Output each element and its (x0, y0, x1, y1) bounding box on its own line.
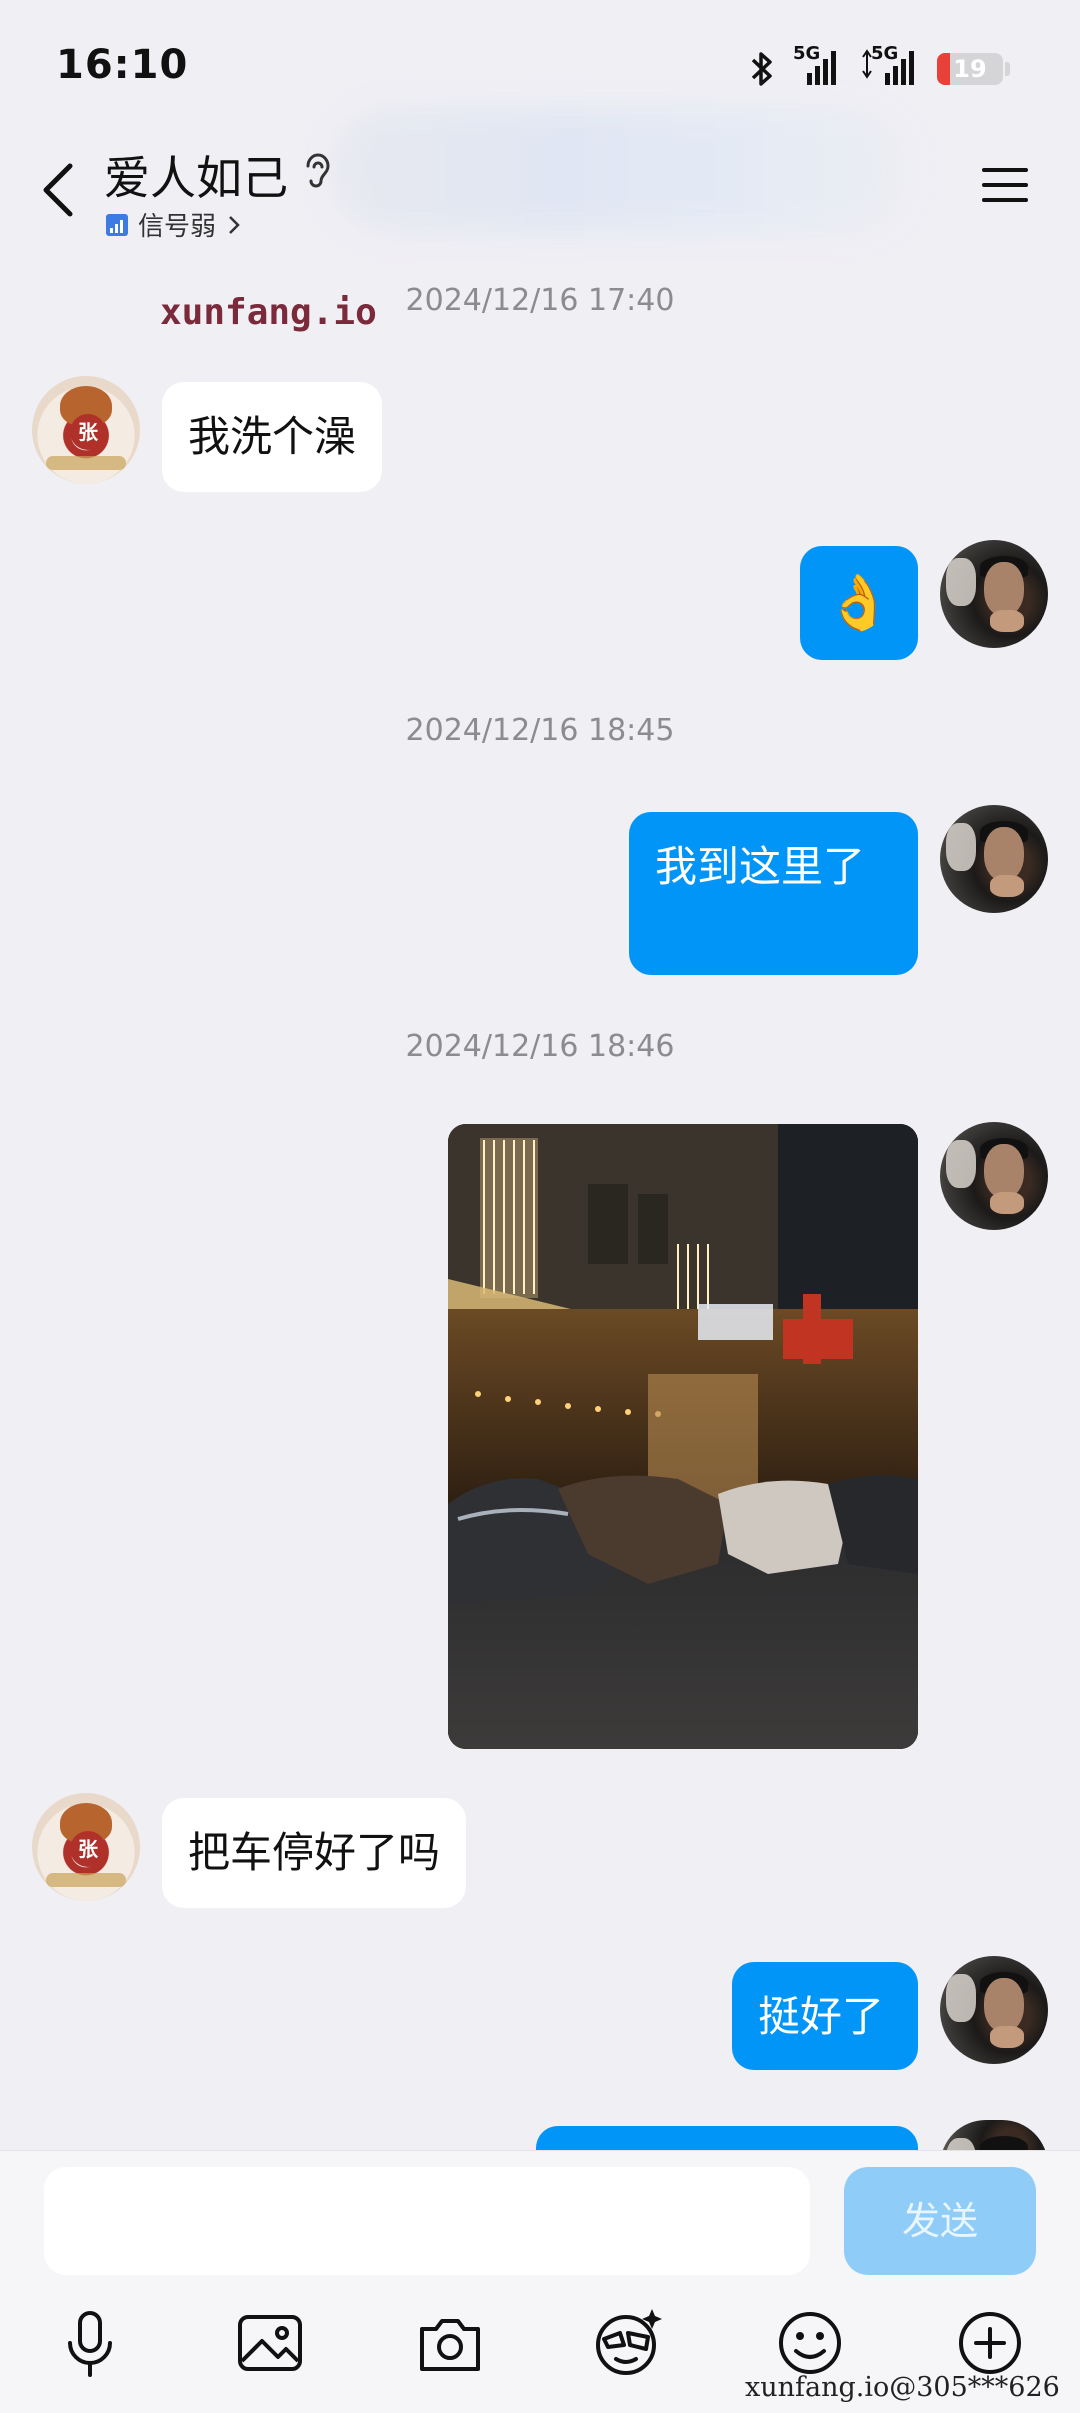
bluetooth-icon (751, 52, 772, 86)
chevron-right-icon (229, 215, 240, 234)
signal-icon: 5G (793, 43, 841, 92)
battery-tip (1005, 62, 1010, 76)
message-bubble[interactable]: 挺好了 (732, 1962, 918, 2070)
signal-status-label: 信号弱 (138, 212, 217, 242)
hotel-street-photo (448, 1124, 918, 1749)
avatar[interactable] (940, 1122, 1048, 1230)
status-time: 16:10 (56, 42, 189, 88)
avatar[interactable] (940, 805, 1048, 913)
emoji-icon[interactable] (772, 2305, 848, 2381)
image-icon[interactable] (232, 2305, 308, 2381)
send-button[interactable]: 发送 (844, 2167, 1036, 2275)
avatar[interactable] (940, 1956, 1048, 2064)
chat-title[interactable]: 爱人如己 (104, 142, 288, 208)
message-bubble[interactable]: 我到这里了 (629, 812, 918, 975)
back-icon[interactable] (38, 160, 78, 220)
message-bubble[interactable]: 我洗个澡 (162, 382, 383, 492)
camera-icon[interactable] (412, 2305, 488, 2381)
avatar-badge: 张 (70, 1831, 106, 1867)
plus-icon[interactable] (952, 2305, 1028, 2381)
signal-icon: 5G (859, 43, 919, 92)
signal-status[interactable]: 信号弱 (106, 206, 242, 243)
status-icons: 5G 5G 19 (749, 42, 1010, 96)
message-image[interactable] (448, 1124, 918, 1749)
network-label: 5G (871, 42, 899, 64)
avatar-badge: 张 (70, 414, 106, 450)
avatar[interactable]: 张 (32, 1793, 140, 1901)
battery-level: 19 (953, 55, 987, 83)
sticker-icon[interactable] (590, 2305, 666, 2381)
network-label: 5G (793, 42, 821, 64)
blurred-region (330, 108, 910, 233)
microphone-icon[interactable] (52, 2305, 128, 2381)
menu-icon[interactable] (980, 165, 1030, 205)
message-bubble[interactable]: 把车停好了吗 (162, 1798, 467, 1908)
avatar[interactable]: 张 (32, 376, 140, 484)
timestamp: 2024/12/16 18:45 (405, 713, 675, 748)
message-input[interactable] (44, 2167, 810, 2275)
signal-weak-icon (106, 213, 128, 236)
avatar[interactable] (940, 540, 1048, 648)
message-bubble-emoji[interactable]: 👌 (800, 546, 918, 660)
timestamp: 2024/12/16 18:46 (405, 1029, 675, 1064)
battery-icon: 19 (937, 53, 1003, 85)
watermark-bottom: xunfang.io@305***626 (745, 2372, 1060, 2403)
timestamp: 2024/12/16 17:40 (405, 283, 675, 318)
ear-icon[interactable] (300, 150, 334, 190)
